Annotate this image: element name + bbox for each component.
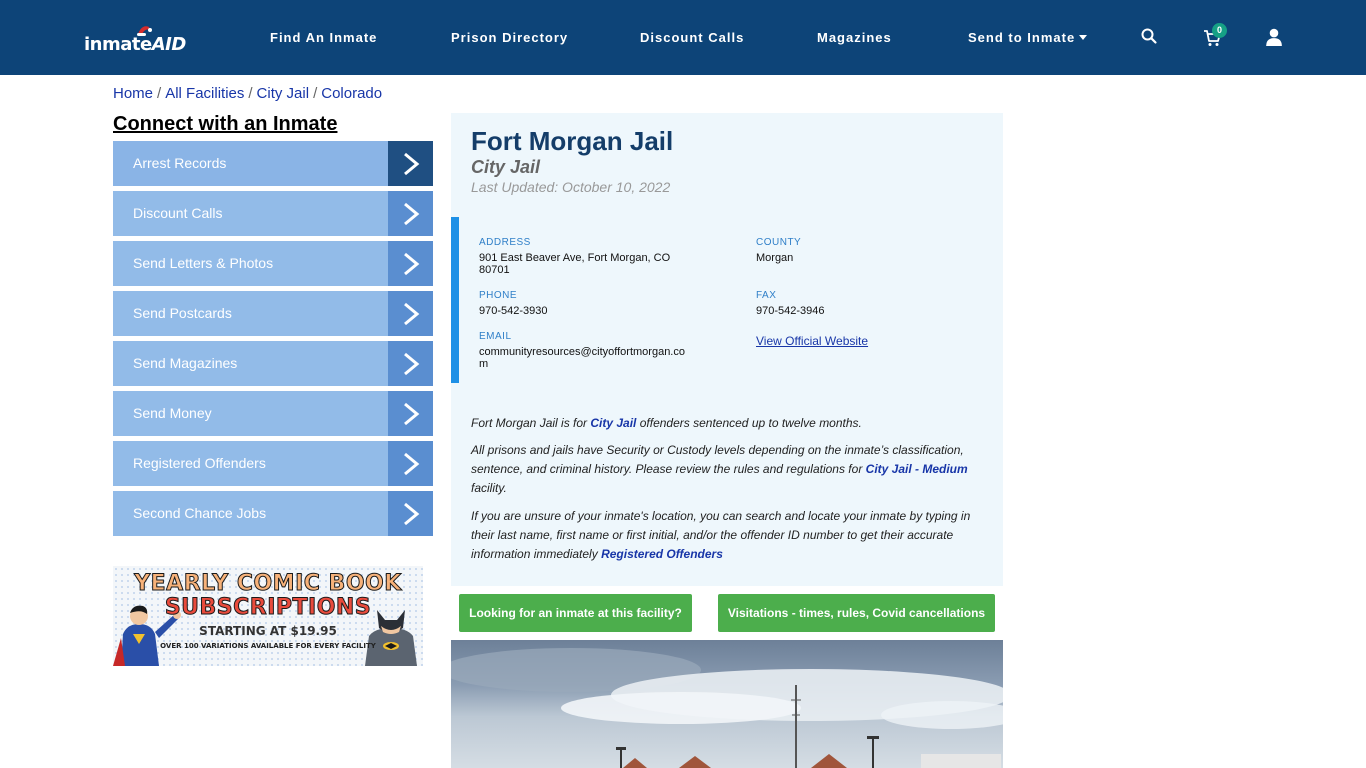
ad-headline-2: SUBSCRIPTIONS — [164, 595, 372, 621]
breadcrumb-city-jail[interactable]: City Jail — [257, 85, 310, 102]
sidebar-item-label: Send Postcards — [133, 305, 232, 321]
email-label: EMAIL — [479, 331, 512, 342]
visitations-button[interactable]: Visitations - times, rules, Covid cancel… — [718, 594, 995, 632]
sidebar-item-send-magazines[interactable]: Send Magazines — [113, 341, 433, 386]
city-jail-medium-link[interactable]: City Jail - Medium — [866, 462, 968, 476]
breadcrumb-separator: / — [248, 85, 253, 102]
facility-photo — [451, 640, 1003, 768]
phone-label: PHONE — [479, 290, 518, 301]
description-paragraph-3: If you are unsure of your inmate's locat… — [471, 509, 971, 561]
chevron-right-icon — [388, 491, 433, 536]
chevron-right-icon — [388, 441, 433, 486]
nav-find-an-inmate[interactable]: Find An Inmate — [270, 30, 377, 45]
sidebar-item-send-money[interactable]: Send Money — [113, 391, 433, 436]
phone-value[interactable]: 970-542-3930 — [479, 305, 548, 317]
email-line-1: communityresources@cityoffortmorgan.co — [479, 346, 685, 358]
facility-name: Fort Morgan Jail — [471, 126, 674, 156]
description-paragraph-2: All prisons and jails have Security or C… — [471, 443, 968, 495]
address-label: ADDRESS — [479, 237, 531, 248]
chevron-right-icon — [388, 241, 433, 286]
nav-prison-directory[interactable]: Prison Directory — [451, 30, 568, 45]
sidebar-title: Connect with an Inmate — [113, 113, 338, 135]
facility-type: City Jail — [471, 157, 541, 177]
sidebar-item-send-postcards[interactable]: Send Postcards — [113, 291, 433, 336]
email-line-2: m — [479, 358, 489, 370]
breadcrumb-colorado[interactable]: Colorado — [321, 85, 382, 102]
sidebar-item-second-chance-jobs[interactable]: Second Chance Jobs — [113, 491, 433, 536]
sidebar-item-label: Discount Calls — [133, 205, 223, 221]
breadcrumb-separator: / — [157, 85, 162, 102]
chevron-right-icon — [388, 291, 433, 336]
sidebar-item-discount-calls[interactable]: Discount Calls — [113, 191, 433, 236]
sidebar-item-arrest-records[interactable]: Arrest Records — [113, 141, 433, 186]
official-website-link[interactable]: View Official Website — [756, 334, 868, 348]
user-icon[interactable] — [1265, 28, 1283, 46]
nav-send-to-inmate[interactable]: Send to Inmate — [968, 30, 1088, 45]
sidebar-item-label: Send Magazines — [133, 355, 238, 371]
sidebar-item-label: Send Money — [133, 405, 212, 421]
description-paragraph-1: Fort Morgan Jail is for City Jail offend… — [471, 416, 862, 430]
sidebar-item-label: Second Chance Jobs — [133, 505, 267, 521]
top-navbar: inmateAID Find An Inmate Prison Director… — [0, 0, 1366, 75]
logo-text: inmateAID — [84, 34, 186, 55]
breadcrumb-home[interactable]: Home — [113, 85, 153, 102]
caret-down-icon — [1079, 35, 1088, 41]
breadcrumb-all-facilities[interactable]: All Facilities — [165, 85, 244, 102]
registered-offenders-link[interactable]: Registered Offenders — [601, 547, 723, 561]
county-label: COUNTY — [756, 237, 802, 248]
ad-headline-1: YEARLY COMIC BOOK — [134, 571, 402, 597]
sidebar-item-label: Registered Offenders — [133, 455, 266, 471]
info-accent-bar — [451, 217, 459, 383]
facility-photo-scene — [451, 648, 1003, 768]
sidebar-menu: Arrest Records Discount Calls Send Lette… — [113, 141, 433, 541]
find-inmate-button[interactable]: Looking for an inmate at this facility? — [459, 594, 692, 632]
sidebar-item-label: Send Letters & Photos — [133, 255, 274, 271]
chevron-right-icon — [388, 341, 433, 386]
cart-count-badge: 0 — [1212, 23, 1227, 38]
breadcrumb-separator: / — [313, 85, 318, 102]
address-value: 901 East Beaver Ave, Fort Morgan, CO 807… — [479, 252, 689, 276]
comic-subscription-ad[interactable]: YEARLY COMIC BOOK SUBSCRIPTIONS STARTING… — [113, 566, 423, 666]
address-line-2: 80701 — [479, 264, 510, 276]
city-jail-link[interactable]: City Jail — [590, 416, 636, 430]
county-value: Morgan — [756, 252, 794, 264]
sidebar-item-label: Arrest Records — [133, 155, 227, 171]
site-logo[interactable]: inmateAID — [84, 26, 186, 58]
chevron-right-icon — [388, 191, 433, 236]
search-icon[interactable] — [1140, 27, 1158, 45]
fax-value: 970-542-3946 — [756, 305, 825, 317]
ad-subtext: OVER 100 VARIATIONS AVAILABLE FOR EVERY … — [160, 642, 376, 650]
sidebar-item-send-letters-photos[interactable]: Send Letters & Photos — [113, 241, 433, 286]
breadcrumb: Home / All Facilities / City Jail / Colorado — [113, 85, 382, 102]
last-updated: Last Updated: October 10, 2022 — [471, 179, 671, 195]
nav-discount-calls[interactable]: Discount Calls — [640, 30, 744, 45]
nav-send-to-inmate-label: Send to Inmate — [968, 30, 1076, 45]
chevron-right-icon — [388, 391, 433, 436]
ad-price: STARTING AT $19.95 — [199, 624, 337, 638]
chevron-right-icon — [388, 141, 433, 186]
email-value[interactable]: communityresources@cityoffortmorgan.co m — [479, 346, 694, 370]
facility-contact-box: ADDRESS 901 East Beaver Ave, Fort Morgan… — [451, 217, 1003, 383]
fax-label: FAX — [756, 290, 777, 301]
nav-magazines[interactable]: Magazines — [817, 30, 892, 45]
address-line-1: 901 East Beaver Ave, Fort Morgan, CO — [479, 252, 671, 264]
sidebar-item-registered-offenders[interactable]: Registered Offenders — [113, 441, 433, 486]
